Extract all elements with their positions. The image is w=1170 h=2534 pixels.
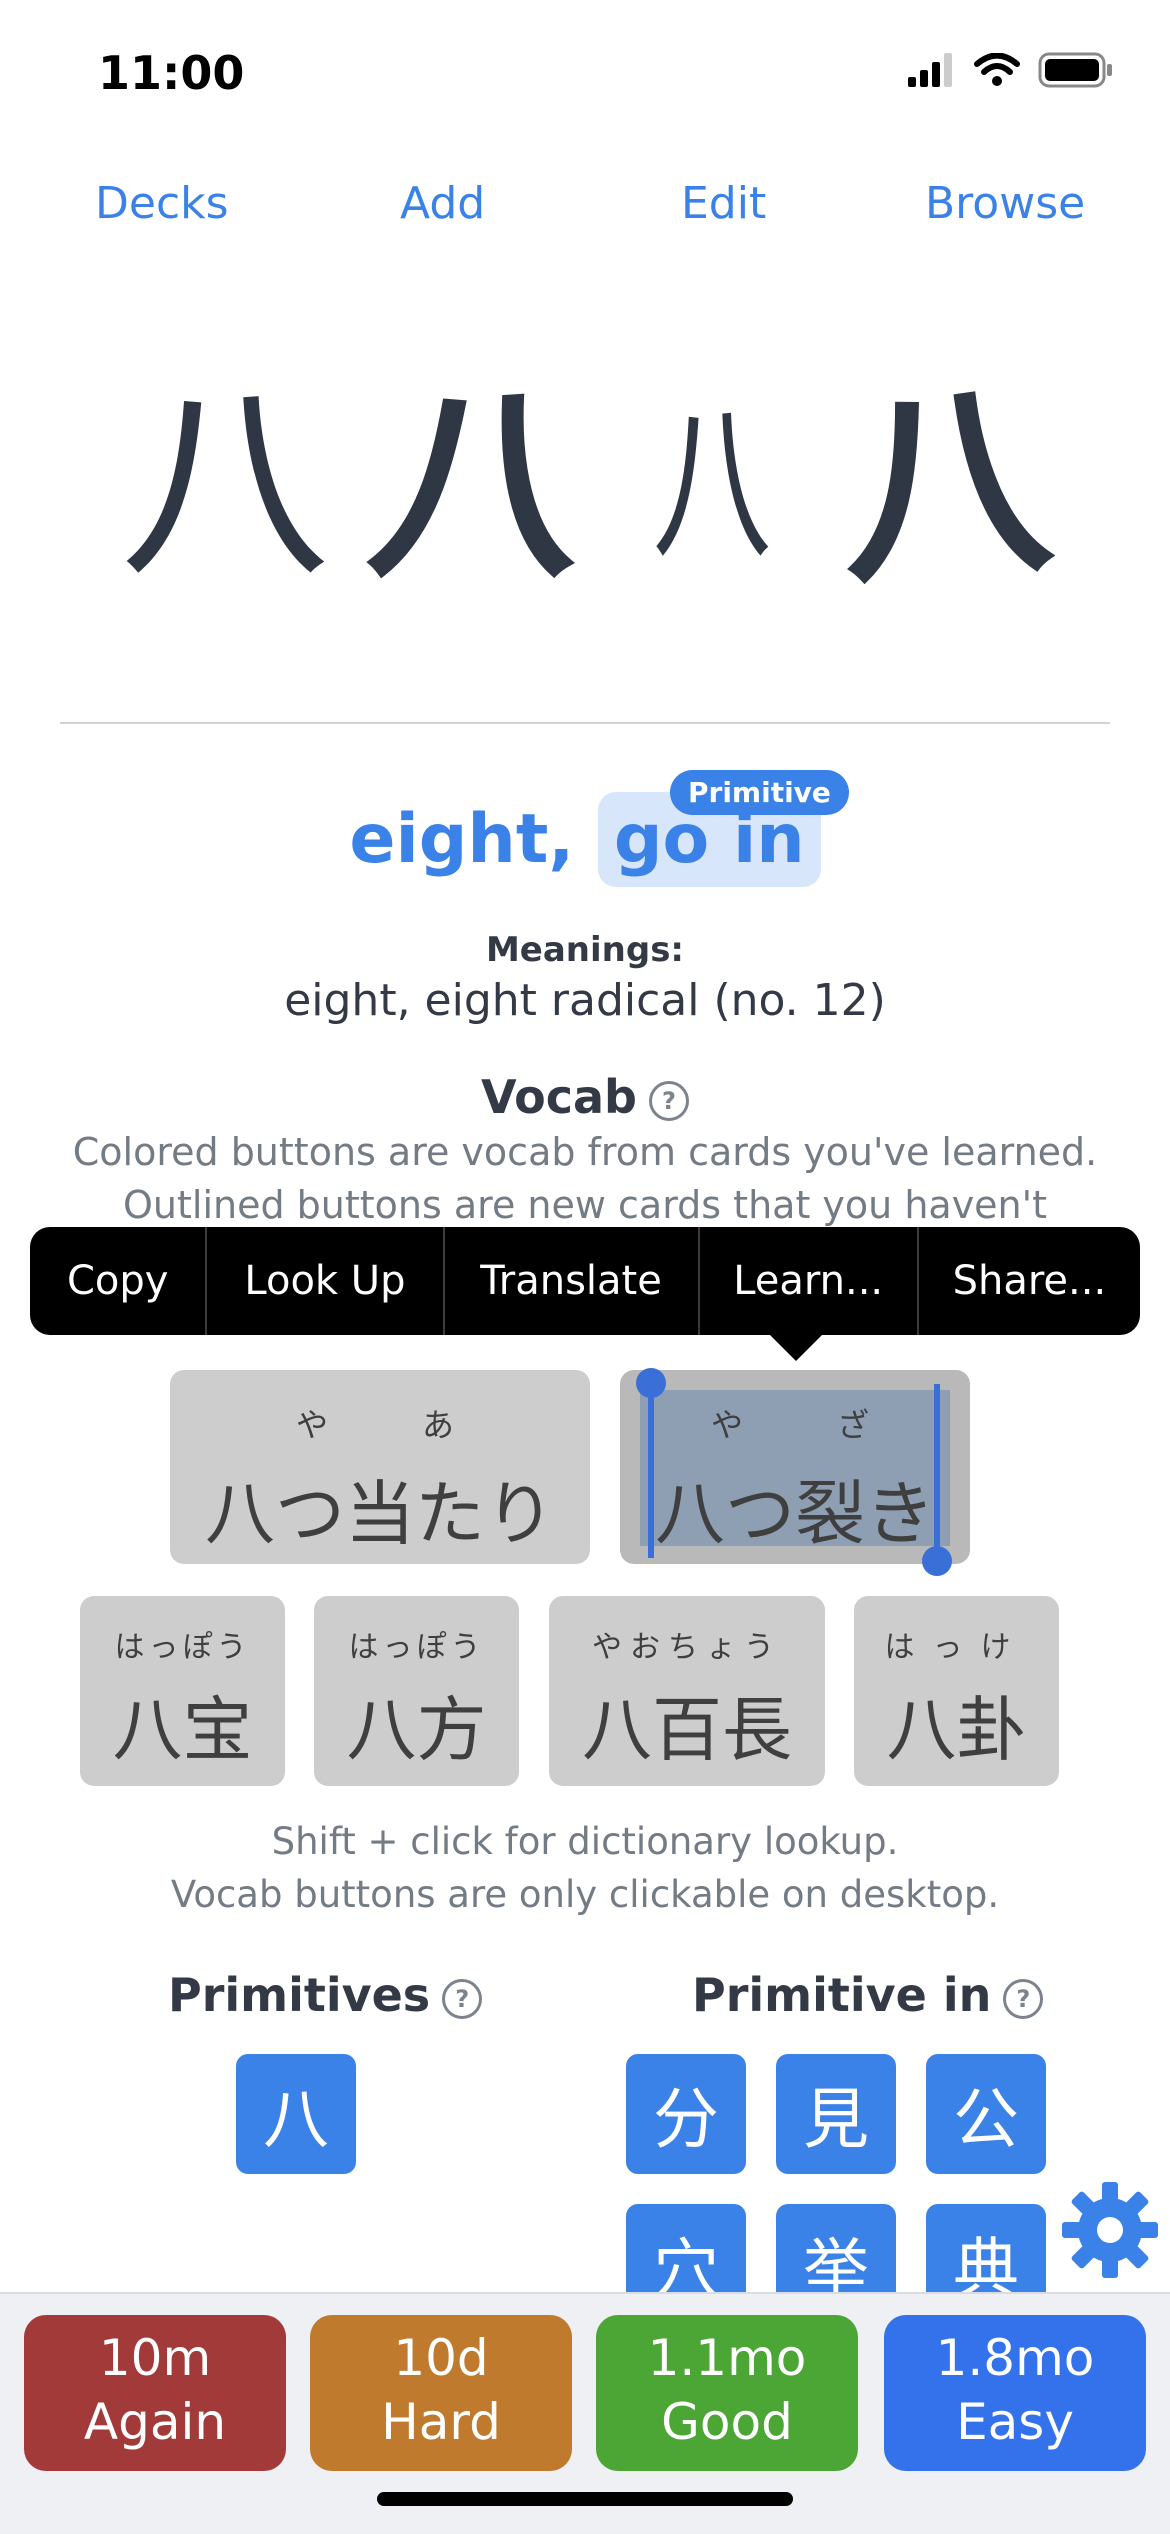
selection-end-caret[interactable]	[934, 1384, 940, 1552]
vocab-word: 八卦	[886, 1689, 1027, 1771]
kanji-variant: 八	[652, 386, 772, 584]
menu-item-translate[interactable]: Translate	[445, 1227, 700, 1335]
vocab-furigana: はっけ	[884, 1630, 1029, 1665]
hard-label: Hard	[381, 2393, 501, 2451]
home-indicator[interactable]	[377, 2492, 793, 2506]
hint-text: Vocab buttons are only clickable on desk…	[170, 1873, 1000, 1916]
help-icon[interactable]: ?	[442, 1978, 483, 2019]
primitive-in-heading: Primitive in?	[692, 1968, 1044, 2022]
selection-start-handle[interactable]	[636, 1368, 666, 1398]
hard-interval: 10d	[393, 2329, 489, 2387]
vocab-word: 八つ当たり	[205, 1473, 555, 1555]
gear-icon[interactable]	[1060, 2180, 1160, 2280]
help-icon[interactable]: ?	[648, 1080, 689, 1121]
easy-interval: 1.8mo	[935, 2329, 1095, 2387]
primitive-in-button[interactable]: 公	[926, 2054, 1046, 2174]
primitive-button[interactable]: 八	[236, 2054, 356, 2174]
vocab-description: Colored buttons are vocab from cards you…	[72, 1130, 1098, 1174]
vocab-button-selected[interactable]: や ざ 八つ裂き	[620, 1368, 970, 1576]
vocab-furigana: や あ	[295, 1406, 464, 1444]
vocab-furigana: はっぽう	[114, 1630, 251, 1665]
battery-icon	[1038, 52, 1112, 88]
divider	[60, 722, 1110, 724]
top-nav: Decks Add Edit Browse	[0, 178, 1170, 238]
kanji-variant: 八	[831, 353, 1059, 616]
status-icons	[908, 52, 1114, 88]
kanji-variant: 八	[360, 361, 597, 608]
menu-item-copy[interactable]: Copy	[30, 1227, 208, 1335]
selection-start-caret[interactable]	[648, 1382, 654, 1558]
vocab-button[interactable]: はっぽう 八宝	[80, 1596, 285, 1786]
vocab-title: Vocab	[481, 1070, 637, 1124]
meanings-title: Meanings:	[485, 930, 685, 970]
meanings-text: eight, eight radical (no. 12)	[284, 975, 886, 1026]
kanji-variant: 八	[120, 362, 331, 607]
menu-item-look-up[interactable]: Look Up	[207, 1227, 445, 1335]
keyword-part1: eight,	[349, 800, 575, 879]
hard-button[interactable]: 10d Hard	[310, 2315, 572, 2471]
again-label: Again	[83, 2393, 227, 2451]
primitive-in-button[interactable]: 見	[776, 2054, 896, 2174]
menu-item-share[interactable]: Share...	[919, 1227, 1140, 1335]
easy-label: Easy	[956, 2393, 1074, 2451]
status-time: 11:00	[98, 46, 245, 100]
again-interval: 10m	[98, 2329, 212, 2387]
vocab-word: 八つ裂き	[655, 1473, 935, 1555]
keyword: eight, go in	[0, 792, 1170, 887]
again-button[interactable]: 10m Again	[24, 2315, 286, 2471]
vocab-word: 八宝	[112, 1689, 253, 1771]
signal-icon	[908, 53, 952, 87]
context-menu-pointer	[770, 1335, 822, 1361]
hint-text: Shift + click for dictionary lookup.	[271, 1820, 899, 1863]
good-button[interactable]: 1.1mo Good	[596, 2315, 858, 2471]
vocab-heading: Vocab?	[0, 1070, 1170, 1124]
wifi-icon	[974, 53, 1020, 86]
primitive-badge: Primitive	[670, 770, 849, 815]
primitive-in-button[interactable]: 分	[626, 2054, 746, 2174]
vocab-word: 八方	[346, 1689, 487, 1771]
easy-button[interactable]: 1.8mo Easy	[884, 2315, 1146, 2471]
vocab-description: Outlined buttons are new cards that you …	[123, 1183, 1047, 1227]
good-interval: 1.1mo	[647, 2329, 807, 2387]
vocab-word: 八百長	[582, 1689, 792, 1771]
vocab-button[interactable]: やおちょう 八百長	[549, 1596, 825, 1786]
nav-edit[interactable]: Edit	[681, 178, 766, 229]
vocab-button[interactable]: はっけ 八卦	[854, 1596, 1059, 1786]
menu-item-learn[interactable]: Learn...	[700, 1227, 919, 1335]
nav-add[interactable]: Add	[400, 178, 485, 229]
vocab-button[interactable]: はっぽう 八方	[314, 1596, 519, 1786]
vocab-furigana: はっぽう	[348, 1630, 485, 1665]
kanji-variants: 八 八 八 八	[120, 354, 1058, 615]
selection-end-handle[interactable]	[922, 1546, 952, 1576]
primitives-title: Primitives	[168, 1968, 431, 2022]
primitive-in-title: Primitive in	[692, 1968, 992, 2022]
nav-browse[interactable]: Browse	[925, 178, 1085, 229]
text-context-menu: Copy Look Up Translate Learn... Share...	[30, 1227, 1140, 1335]
help-icon[interactable]: ?	[1003, 1978, 1044, 2019]
nav-decks[interactable]: Decks	[95, 178, 229, 229]
vocab-button[interactable]: や あ 八つ当たり	[170, 1370, 590, 1564]
primitives-heading: Primitives?	[168, 1968, 483, 2022]
good-label: Good	[661, 2393, 793, 2451]
vocab-furigana: や ざ	[710, 1406, 879, 1444]
vocab-furigana: やおちょう	[592, 1630, 782, 1665]
